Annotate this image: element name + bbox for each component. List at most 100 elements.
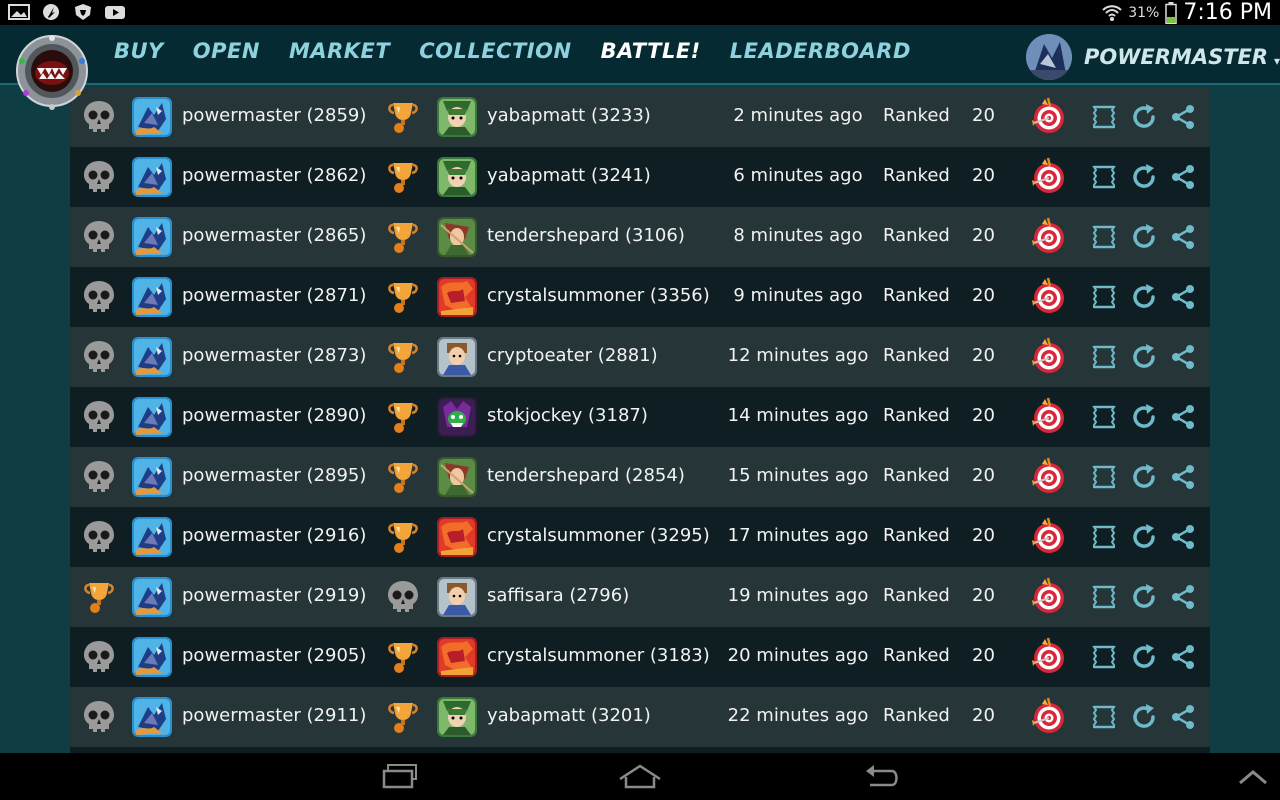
brave-lion-icon xyxy=(75,4,91,20)
replay-icon[interactable] xyxy=(1130,103,1158,131)
nav-item-battle[interactable]: BATTLE! xyxy=(601,39,701,63)
ruleset-icon[interactable] xyxy=(1092,164,1116,190)
opponent-avatar[interactable] xyxy=(437,697,477,737)
battle-row: powermaster (2916) crystalsummoner (3295)… xyxy=(70,507,1210,567)
battle-row: powermaster (2905) crystalsummoner (3183)… xyxy=(70,627,1210,687)
ruleset-icon[interactable] xyxy=(1092,464,1116,490)
recent-apps-icon[interactable] xyxy=(382,763,418,789)
share-icon[interactable] xyxy=(1170,343,1196,371)
nav-item-open[interactable]: OPEN xyxy=(193,39,260,63)
ruleset-icon[interactable] xyxy=(1092,344,1116,370)
player-avatar[interactable] xyxy=(132,697,172,737)
replay-icon[interactable] xyxy=(1130,283,1158,311)
replay-icon[interactable] xyxy=(1130,703,1158,731)
share-icon[interactable] xyxy=(1170,703,1196,731)
opponent-name[interactable]: saffisara (2796) xyxy=(487,585,629,606)
opponent-name[interactable]: yabapmatt (3201) xyxy=(487,705,651,726)
share-icon[interactable] xyxy=(1170,583,1196,611)
player-name: powermaster (2916) xyxy=(182,525,367,546)
replay-icon[interactable] xyxy=(1130,223,1158,251)
opponent-avatar[interactable] xyxy=(437,637,477,677)
opponent-name[interactable]: stokjockey (3187) xyxy=(487,405,648,426)
ruleset-icon[interactable] xyxy=(1092,224,1116,250)
opponent-name[interactable]: crystalsummoner (3356) xyxy=(487,285,710,306)
ruleset-icon[interactable] xyxy=(1092,104,1116,130)
player-avatar[interactable] xyxy=(132,397,172,437)
target-icon[interactable] xyxy=(1026,576,1068,618)
ruleset-icon[interactable] xyxy=(1092,524,1116,550)
replay-icon[interactable] xyxy=(1130,163,1158,191)
player-avatar[interactable] xyxy=(132,97,172,137)
share-icon[interactable] xyxy=(1170,463,1196,491)
opponent-avatar[interactable] xyxy=(437,397,477,437)
splinterlands-logo[interactable] xyxy=(14,31,90,113)
nav-item-market[interactable]: MARKET xyxy=(289,39,390,63)
nav-item-collection[interactable]: COLLECTION xyxy=(419,39,571,63)
user-menu[interactable]: POWERMASTER ▾ xyxy=(1026,34,1280,80)
opponent-avatar[interactable] xyxy=(437,277,477,317)
battle-time: 14 minutes ago xyxy=(727,405,869,426)
target-icon[interactable] xyxy=(1026,156,1068,198)
nav-item-leaderboard[interactable]: LEADERBOARD xyxy=(730,39,911,63)
battle-mode: Ranked xyxy=(883,165,950,186)
back-icon[interactable] xyxy=(864,763,900,789)
target-icon[interactable] xyxy=(1026,96,1068,138)
opponent-name[interactable]: crystalsummoner (3183) xyxy=(487,645,710,666)
target-icon[interactable] xyxy=(1026,336,1068,378)
opponent-avatar[interactable] xyxy=(437,577,477,617)
target-icon[interactable] xyxy=(1026,276,1068,318)
opponent-name[interactable]: crystalsummoner (3295) xyxy=(487,525,710,546)
target-icon[interactable] xyxy=(1026,396,1068,438)
status-bar: 31% 7:16 PM xyxy=(0,0,1280,25)
skull-icon xyxy=(82,699,116,735)
opponent-avatar[interactable] xyxy=(437,517,477,557)
nav-item-buy[interactable]: BUY xyxy=(114,39,164,63)
opponent-avatar[interactable] xyxy=(437,337,477,377)
replay-icon[interactable] xyxy=(1130,343,1158,371)
player-avatar[interactable] xyxy=(132,457,172,497)
mana-cap: 20 xyxy=(972,465,995,486)
player-avatar[interactable] xyxy=(132,277,172,317)
opponent-name[interactable]: yabapmatt (3241) xyxy=(487,165,651,186)
share-icon[interactable] xyxy=(1170,103,1196,131)
opponent-name[interactable]: tendershepard (2854) xyxy=(487,465,685,486)
opponent-name[interactable]: tendershepard (3106) xyxy=(487,225,685,246)
player-avatar[interactable] xyxy=(132,517,172,557)
replay-icon[interactable] xyxy=(1130,403,1158,431)
opponent-avatar[interactable] xyxy=(437,157,477,197)
ruleset-icon[interactable] xyxy=(1092,404,1116,430)
share-icon[interactable] xyxy=(1170,163,1196,191)
replay-icon[interactable] xyxy=(1130,523,1158,551)
opponent-name[interactable]: cryptoeater (2881) xyxy=(487,345,658,366)
target-icon[interactable] xyxy=(1026,696,1068,738)
ruleset-icon[interactable] xyxy=(1092,584,1116,610)
share-icon[interactable] xyxy=(1170,283,1196,311)
ruleset-icon[interactable] xyxy=(1092,704,1116,730)
target-icon[interactable] xyxy=(1026,456,1068,498)
ruleset-icon[interactable] xyxy=(1092,644,1116,670)
share-icon[interactable] xyxy=(1170,403,1196,431)
player-avatar[interactable] xyxy=(132,337,172,377)
opponent-avatar[interactable] xyxy=(437,217,477,257)
share-icon[interactable] xyxy=(1170,223,1196,251)
home-icon[interactable] xyxy=(618,763,662,789)
player-avatar[interactable] xyxy=(132,637,172,677)
target-icon[interactable] xyxy=(1026,636,1068,678)
player-avatar[interactable] xyxy=(132,577,172,617)
player-avatar[interactable] xyxy=(132,217,172,257)
replay-icon[interactable] xyxy=(1130,463,1158,491)
opponent-name[interactable]: yabapmatt (3233) xyxy=(487,105,651,126)
trophy-icon xyxy=(386,279,420,315)
target-icon[interactable] xyxy=(1026,516,1068,558)
user-avatar xyxy=(1026,34,1072,80)
share-icon[interactable] xyxy=(1170,643,1196,671)
replay-icon[interactable] xyxy=(1130,643,1158,671)
share-icon[interactable] xyxy=(1170,523,1196,551)
chevron-up-icon[interactable] xyxy=(1238,769,1268,785)
replay-icon[interactable] xyxy=(1130,583,1158,611)
ruleset-icon[interactable] xyxy=(1092,284,1116,310)
player-avatar[interactable] xyxy=(132,157,172,197)
opponent-avatar[interactable] xyxy=(437,97,477,137)
opponent-avatar[interactable] xyxy=(437,457,477,497)
target-icon[interactable] xyxy=(1026,216,1068,258)
